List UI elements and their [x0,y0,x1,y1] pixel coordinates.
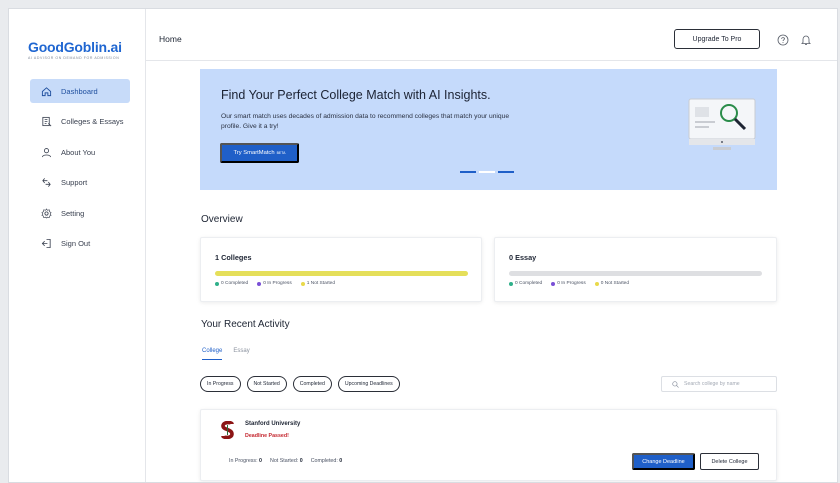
banner-text: Our smart match uses decades of admissio… [221,113,510,130]
gear-icon [40,207,52,219]
college-stats: In Progress: 0 Not Started: 0 Completed:… [229,458,342,464]
legend-label: 0 Completed [515,281,543,286]
status-filters: In Progress Not Started Completed Upcomi… [200,376,400,392]
sidebar-item-setting[interactable]: Setting [30,201,130,225]
button-label: Try SmartMatch [233,150,275,156]
carousel-dot[interactable] [460,171,476,173]
stat-label: Completed: [310,458,338,464]
user-icon [40,146,52,158]
sidebar-item-about-you[interactable]: About You [30,140,130,164]
filter-not-started[interactable]: Not Started [246,376,287,392]
sidebar-item-support[interactable]: Support [30,171,130,195]
logo-subtitle: AI ADVISOR ON DEMAND FOR ADMISSION [28,56,120,60]
carousel-dot[interactable] [498,171,514,173]
legend-label: 0 Not Started [600,281,629,286]
legend-dot [257,281,262,286]
filter-upcoming-deadlines[interactable]: Upcoming Deadlines [337,376,400,392]
home-icon [40,85,52,97]
app-window: GoodGoblin.ai AI ADVISOR ON DEMAND FOR A… [8,8,838,483]
colleges-count: 1 Colleges [215,253,252,262]
legend-label: 0 In Progress [263,281,292,286]
legend-completed: 0 Completed [215,281,248,286]
page-title: Home [159,34,182,44]
top-header: Home Upgrade To Pro [146,9,837,61]
sign-out-icon [40,238,52,250]
support-icon [40,177,52,189]
upgrade-button[interactable]: Upgrade To Pro [674,29,760,49]
essays-progress-bar [509,271,762,276]
college-name[interactable]: Stanford University [245,421,300,427]
sidebar-item-sign-out[interactable]: Sign Out [30,232,130,256]
legend-dot [215,281,219,286]
activity-tabs: College Essay [202,348,250,360]
essays-legend: 0 Completed 0 In Progress 0 Not Started [509,281,629,286]
bell-icon[interactable] [800,33,812,45]
colleges-legend: 0 Completed 0 In Progress 1 Not Started [215,281,335,286]
college-search[interactable] [661,376,777,392]
essays-count: 0 Essay [509,253,537,262]
tab-college[interactable]: College [202,348,223,360]
recent-activity-title: Your Recent Activity [201,319,290,330]
banner-title: Find Your Perfect College Match with AI … [221,88,491,102]
tab-essay[interactable]: Essay [233,348,249,360]
legend-not-started: 1 Not Started [300,281,335,286]
filter-completed[interactable]: Completed [292,376,332,392]
overview-title: Overview [201,214,243,225]
legend-dot [551,281,556,286]
essays-overview-card[interactable]: 0 Essay 0 Completed 0 In Progress 0 Not … [494,237,777,302]
change-deadline-button[interactable]: Change Deadline [632,453,695,470]
legend-not-started: 0 Not Started [594,281,629,286]
logo-title: GoodGoblin.ai [28,39,122,55]
search-icon [672,375,679,393]
stat-value: 0 [259,458,262,464]
sidebar-item-label: Colleges & Essays [61,117,124,126]
sidebar-item-label: Sign Out [61,239,91,248]
deadline-status: Deadline Passed! [245,433,289,439]
legend-dot [509,281,513,286]
stat-in-progress: In Progress: 0 [229,458,262,464]
legend-label: 0 In Progress [557,281,586,286]
sidebar-item-label: Setting [61,208,85,218]
smartmatch-banner: Find Your Perfect College Match with AI … [200,69,777,190]
stat-label: Not Started: [270,458,299,464]
stat-label: In Progress: [229,458,258,464]
sidebar-item-label: About You [61,147,96,157]
carousel-dot[interactable] [479,171,495,173]
stat-not-started: Not Started: 0 [270,458,303,464]
colleges-overview-card[interactable]: 1 Colleges 0 Completed 0 In Progress 1 N… [200,237,482,302]
sidebar-item-label: Dashboard [61,86,98,96]
delete-college-button[interactable]: Delete College [700,453,759,470]
stat-value: 0 [339,458,343,464]
stat-completed: Completed: 0 [311,458,343,464]
stanford-logo [221,421,234,439]
sidebar: GoodGoblin.ai AI ADVISOR ON DEMAND FOR A… [9,9,146,482]
sidebar-item-dashboard[interactable]: Dashboard [30,79,130,103]
sidebar-item-label: Support [61,178,88,187]
legend-label: 1 Not Started [306,281,335,286]
legend-dot [594,281,599,286]
sidebar-nav: Dashboard Colleges & Essays About You Su… [30,79,130,262]
carousel-indicators [460,171,514,173]
search-input[interactable] [684,381,774,387]
stat-value: 0 [299,458,303,464]
beta-badge: BETA [276,151,286,155]
logo[interactable]: GoodGoblin.ai AI ADVISOR ON DEMAND FOR A… [28,39,122,60]
help-circle-icon[interactable] [777,33,789,46]
legend-in-progress: 0 In Progress [551,281,586,286]
document-icon [40,116,52,128]
legend-completed: 0 Completed [509,281,542,286]
filter-in-progress[interactable]: In Progress [200,376,241,392]
sidebar-item-colleges-essays[interactable]: Colleges & Essays [30,110,130,134]
college-card[interactable]: Stanford University Deadline Passed! In … [200,409,777,481]
colleges-progress-bar [215,271,468,276]
try-smartmatch-button[interactable]: Try SmartMatch BETA [220,143,299,163]
monitor-search-illustration [688,98,756,150]
legend-in-progress: 0 In Progress [257,281,292,286]
legend-dot [300,281,305,286]
legend-label: 0 Completed [221,281,249,286]
